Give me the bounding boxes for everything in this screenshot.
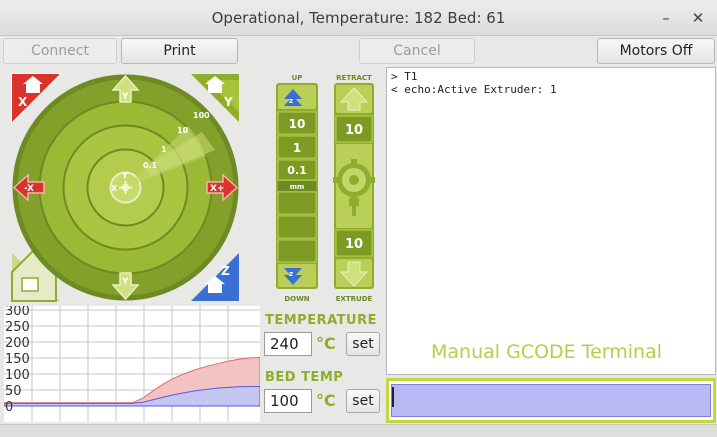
z-down-label: DOWN — [284, 295, 309, 303]
x-minus-label: -X — [24, 184, 34, 194]
step-label-1: 1 — [161, 145, 167, 154]
temperature-set-button[interactable]: set — [346, 332, 380, 356]
z-down-step-1[interactable] — [277, 191, 317, 215]
z-mm-label: mm — [290, 183, 305, 191]
y-tick-label: 250 — [5, 320, 30, 335]
bed-temp-unit: °C — [316, 391, 336, 410]
home-y-label: Y — [223, 95, 233, 109]
y-minus-label: Y — [121, 277, 129, 287]
bed-temp-set-button[interactable]: set — [346, 389, 380, 413]
window-title: Operational, Temperature: 182 Bed: 61 — [211, 9, 506, 27]
z-down-button[interactable]: z — [278, 264, 316, 287]
extrude-button[interactable] — [336, 259, 372, 287]
temperature-graph: 300 250 200 150 100 50 0 — [3, 304, 261, 422]
extrude-amount-label: 10 — [345, 237, 363, 252]
extrude-label: EXTRUDE — [336, 295, 373, 303]
center-y-label: Y — [121, 171, 128, 180]
z-down-step-2[interactable] — [277, 215, 317, 239]
y-tick-label: 50 — [5, 384, 22, 399]
z-step-0-1-label: 0.1 — [287, 164, 307, 177]
window-titlebar: Operational, Temperature: 182 Bed: 61 – … — [0, 0, 717, 36]
z-down-step-3[interactable] — [277, 239, 317, 263]
temperature-input[interactable]: 240 — [264, 332, 312, 356]
z-up-label: UP — [292, 74, 303, 82]
connect-button[interactable]: Connect — [3, 38, 117, 64]
svg-text:z: z — [289, 97, 293, 105]
bed-temp-input[interactable]: 100 — [264, 389, 312, 413]
console-log[interactable]: > T1 < echo:Active Extruder: 1 — [386, 67, 716, 375]
minimize-icon[interactable]: – — [656, 8, 676, 28]
bed-temp-label: BED TEMP — [265, 370, 344, 385]
console-line: < echo:Active Extruder: 1 — [391, 83, 557, 96]
console-line: > T1 — [391, 70, 418, 83]
terminal-label: Manual GCODE Terminal — [431, 341, 662, 363]
print-button[interactable]: Print — [121, 38, 238, 64]
z-up-button[interactable]: z — [278, 85, 316, 109]
z-step-1[interactable]: 1 — [277, 135, 317, 159]
home-z-label: Z — [221, 264, 230, 278]
home-x-label: X — [18, 95, 28, 109]
y-tick-label: 150 — [5, 352, 30, 367]
retract-amount[interactable]: 10 — [335, 115, 373, 143]
step-label-0-1: 0.1 — [143, 161, 158, 170]
gcode-input[interactable] — [391, 384, 711, 417]
temperature-label: TEMPERATURE — [265, 313, 377, 328]
text-caret — [392, 387, 394, 407]
close-icon[interactable]: ✕ — [688, 8, 708, 28]
step-label-100: 100 — [193, 111, 210, 120]
center-x-label: X — [111, 184, 118, 193]
temperature-unit: °C — [316, 334, 336, 353]
z-step-10[interactable]: 10 — [277, 111, 317, 135]
cancel-button[interactable]: Cancel — [359, 38, 475, 64]
xy-jog-pad: X Y Z 0.1 1 10 100 Y Y -X X+ X Y — [10, 72, 241, 303]
y-tick-label: 100 — [5, 368, 30, 383]
status-bar — [0, 424, 717, 437]
z-step-0-1[interactable]: 0.1 — [277, 159, 317, 181]
extrude-amount[interactable]: 10 — [335, 229, 373, 257]
retract-amount-label: 10 — [345, 123, 363, 138]
z-jog-pad: UP z 10 1 0.1 mm z DOWN — [272, 72, 322, 304]
z-step-1-label: 1 — [293, 141, 301, 155]
extruder-pad: RETRACT 10 10 EXTRUDE — [330, 72, 380, 304]
z-step-10-label: 10 — [289, 117, 306, 131]
y-plus-label: Y — [121, 92, 129, 102]
motors-off-button[interactable]: Motors Off — [597, 38, 715, 64]
retract-label: RETRACT — [336, 74, 372, 82]
gcode-input-frame — [386, 378, 716, 423]
y-tick-label: 0 — [5, 400, 13, 415]
svg-text:z: z — [289, 270, 293, 278]
x-plus-label: X+ — [210, 184, 224, 194]
step-label-10: 10 — [177, 126, 189, 135]
y-tick-label: 300 — [5, 306, 30, 319]
y-tick-label: 200 — [5, 336, 30, 351]
retract-button[interactable] — [336, 85, 372, 113]
